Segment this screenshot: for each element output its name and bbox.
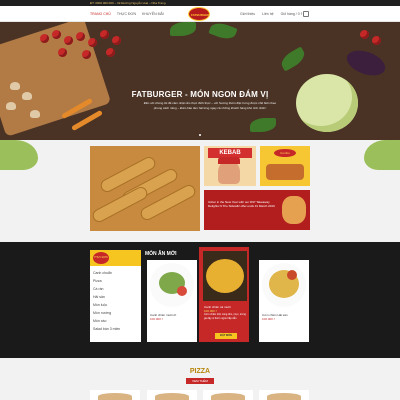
tomato-image xyxy=(100,30,109,39)
promo-food-image xyxy=(282,196,306,224)
main-nav: TRANG CHỦ THỰC ĐƠN KHUYẾN MÃI xyxy=(90,12,164,16)
menu-sidebar: THỰC ĐƠN Canh chuẩn Pizza Cá rán Hải sản… xyxy=(90,250,141,342)
nav-item-promo[interactable]: KHUYẾN MÃI xyxy=(142,12,164,16)
pizza-thumbnail[interactable] xyxy=(203,390,253,400)
promo-kebab[interactable]: KEBAB xyxy=(204,146,256,186)
tomato-image xyxy=(106,48,115,57)
dish-card[interactable]: Cơm chiên Hải sản 100.000 ₫ xyxy=(259,260,309,342)
nav-item-contact[interactable]: Liên hệ xyxy=(262,12,273,16)
combo-food-image xyxy=(266,164,304,180)
pizza-image xyxy=(98,393,132,400)
food-image xyxy=(287,270,297,280)
sidebar-item[interactable]: Món nướng xyxy=(93,311,111,315)
dish-price: 100.000 ₫ xyxy=(262,317,276,321)
dish-card[interactable]: Canh chiên muối ớt 100.000 ₫ xyxy=(147,260,197,342)
page: ĐT: 0900.000.000 – 32 Đường Nguyễn Huệ –… xyxy=(0,0,400,400)
nav-item-home[interactable]: TRANG CHỦ xyxy=(90,12,111,16)
dish-image xyxy=(147,260,197,310)
pizza-thumbnail[interactable] xyxy=(90,390,140,400)
mushroom-image xyxy=(6,102,16,110)
herb-image xyxy=(278,46,308,72)
herb-image xyxy=(170,22,196,36)
nav-item-menu[interactable]: THỰC ĐƠN xyxy=(117,12,136,16)
site-logo[interactable]: FATBURGER xyxy=(188,7,210,21)
mushroom-image xyxy=(30,110,40,118)
logo-text: FATBURGER xyxy=(191,13,210,17)
hero-title: FATBURGER - MÓN NGON ĐÁM VỊ xyxy=(131,90,269,99)
view-more-button[interactable]: XEM THÊM xyxy=(186,378,214,384)
promo-section xyxy=(0,140,400,242)
dish-card-highlighted[interactable]: Canh chiên cà muối 100.000 ₫ Cơm chiên t… xyxy=(199,247,249,342)
tomato-image xyxy=(88,38,97,47)
search-icon[interactable] xyxy=(303,11,309,17)
lettuce-decoration-right xyxy=(364,140,400,170)
tomato-image xyxy=(82,50,91,59)
sidebar-header: THỰC ĐƠN xyxy=(90,250,141,266)
section-title: MÓN ĂN MỚI xyxy=(145,251,177,257)
sidebar-item[interactable]: Pizza xyxy=(93,279,102,283)
site-header: TRANG CHỦ THỰC ĐƠN KHUYẾN MÃI FATBURGER … xyxy=(0,6,400,22)
dish-price: 100.000 ₫ xyxy=(150,317,164,321)
spring-roll-image xyxy=(90,184,150,225)
eggplant-image xyxy=(343,45,389,81)
sidebar-item[interactable]: Canh chuẩn xyxy=(93,271,112,275)
dish-description: Cơm chiên trộn cùng tôm, mực, trứng gà d… xyxy=(204,313,246,320)
sidebar-item[interactable]: Món xào xyxy=(93,319,106,323)
sidebar-item[interactable]: Salad bán 3 miền xyxy=(93,327,120,331)
tomato-image xyxy=(76,32,85,41)
tomato-image xyxy=(372,36,381,45)
tomato-image xyxy=(360,30,369,39)
tomato-image xyxy=(40,34,49,43)
dish-image xyxy=(259,260,309,310)
lettuce-image xyxy=(296,74,358,132)
pizza-image xyxy=(267,393,301,400)
food-image xyxy=(206,259,244,293)
herb-image xyxy=(208,22,238,43)
order-button[interactable]: ĐẶT MÓN xyxy=(215,333,237,339)
chef-hat-image xyxy=(218,157,240,164)
promo-new-year-text: Usher in the New Year with our D97 Takea… xyxy=(208,200,275,208)
pizza-image xyxy=(155,393,189,400)
tomato-image xyxy=(64,36,73,45)
promo-combo[interactable]: Combo xyxy=(260,146,310,186)
pizza-thumbnail[interactable] xyxy=(147,390,197,400)
sidebar-item[interactable]: Món luộc xyxy=(93,303,107,307)
sidebar-item[interactable]: Cá rán xyxy=(93,287,104,291)
herb-image xyxy=(250,118,276,132)
hero-description: Đến với chúng tôi để cảm nhận ẩm thực đí… xyxy=(143,101,277,110)
hero-banner: FATBURGER - MÓN NGON ĐÁM VỊ Đến với chún… xyxy=(0,22,400,140)
pizza-title: PIZZA xyxy=(189,368,211,375)
nav-item-about[interactable]: Giới thiệu xyxy=(240,12,255,16)
pizza-thumbnail[interactable] xyxy=(259,390,309,400)
sidebar-item[interactable]: Hải sản xyxy=(93,295,105,299)
topbar-contact: ĐT: 0900.000.000 – 32 Đường Nguyễn Huệ –… xyxy=(90,1,166,5)
food-image xyxy=(177,286,187,296)
promo-spring-rolls[interactable] xyxy=(90,146,200,231)
mushroom-image xyxy=(10,82,20,90)
tomato-image xyxy=(112,36,121,45)
nav-item-cart[interactable]: Giỏ hàng / 0 ₫ xyxy=(281,12,303,16)
promo-new-year[interactable]: Usher in the New Year with our D97 Takea… xyxy=(204,190,310,230)
sidebar-logo-text: THỰC ĐƠN xyxy=(94,256,108,259)
pizza-image xyxy=(211,393,245,400)
secondary-nav: Giới thiệu Liên hệ Giỏ hàng / 0 ₫ xyxy=(240,12,302,16)
slider-dot[interactable] xyxy=(199,134,201,136)
tomato-image xyxy=(52,30,61,39)
combo-badge: Combo xyxy=(274,149,296,157)
tomato-image xyxy=(58,48,67,57)
dish-image xyxy=(203,251,247,301)
